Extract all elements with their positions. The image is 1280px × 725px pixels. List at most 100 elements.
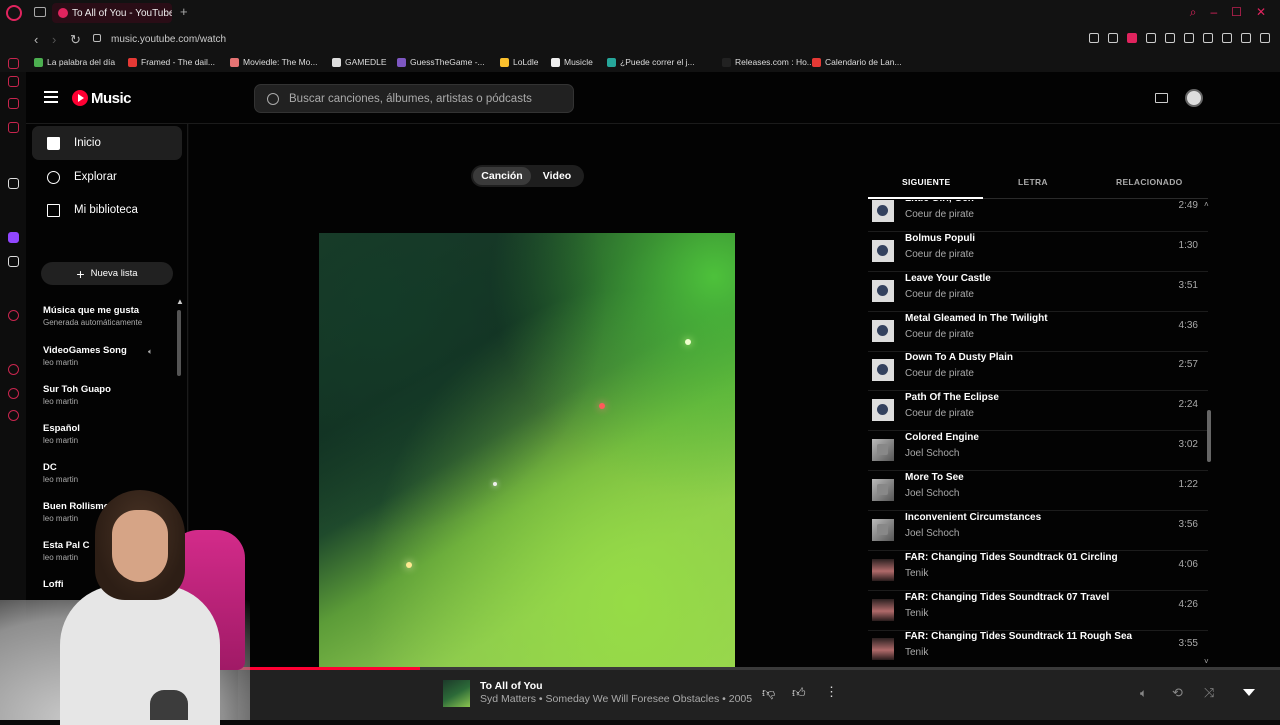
- queue-item-thumbnail[interactable]: [872, 279, 894, 302]
- new-tab-button[interactable]: +: [180, 4, 188, 19]
- cast-icon[interactable]: [1155, 93, 1168, 103]
- chevron-down-icon[interactable]: ˅: [1204, 657, 1209, 666]
- url-field[interactable]: music.youtube.com/watch: [111, 34, 226, 45]
- maximize-icon[interactable]: ☐: [1231, 5, 1242, 20]
- bookmark-item[interactable]: GuessTheGame -...: [397, 57, 485, 67]
- queue-item-artist[interactable]: Joel Schoch: [905, 448, 959, 459]
- queue-item-thumbnail[interactable]: [872, 518, 894, 541]
- search-input[interactable]: [289, 92, 559, 105]
- now-playing-subtitle[interactable]: Syd Matters • Someday We Will Foresee Ob…: [480, 693, 752, 705]
- queue-item[interactable]: Leave Your Castle Coeur de pirate 3:51: [868, 272, 1208, 312]
- bookmark-item[interactable]: ¿Puede correr el j...: [607, 57, 695, 67]
- queue-item-thumbnail[interactable]: [872, 359, 894, 382]
- tab-overview-icon[interactable]: [34, 7, 46, 17]
- sidebar-x-icon[interactable]: [8, 256, 19, 267]
- queue-item[interactable]: Bolmus Populi Coeur de pirate 1:30: [868, 232, 1208, 272]
- sidebar-twitch-icon[interactable]: [8, 232, 19, 243]
- now-playing-thumbnail[interactable]: [443, 680, 470, 707]
- new-playlist-button[interactable]: + Nueva lista: [41, 262, 173, 285]
- queue-item-artist[interactable]: Coeur de pirate: [905, 368, 974, 379]
- snapshot-icon[interactable]: [1108, 33, 1118, 43]
- avatar[interactable]: [1185, 89, 1203, 107]
- queue-item[interactable]: More To See Joel Schoch 1:22: [868, 471, 1208, 511]
- queue-item-thumbnail[interactable]: [872, 439, 894, 462]
- opera-logo-icon[interactable]: [6, 5, 22, 21]
- queue-item-artist[interactable]: Coeur de pirate: [905, 249, 974, 260]
- sidebar-history-icon[interactable]: [8, 310, 19, 321]
- queue-item[interactable]: Down To A Dusty Plain Coeur de pirate 2:57: [868, 351, 1208, 392]
- volume-icon[interactable]: 🔈︎: [1140, 686, 1147, 701]
- queue-item-thumbnail[interactable]: [872, 399, 894, 422]
- bookmark-item[interactable]: La palabra del día: [34, 57, 115, 67]
- playlist-item[interactable]: VideoGames Song leo martin 🔈︎: [43, 345, 168, 367]
- bookmark-item[interactable]: Musicle: [551, 57, 593, 67]
- queue-item-artist[interactable]: Coeur de pirate: [905, 289, 974, 300]
- playlist-item[interactable]: Sur Toh Guapo leo martin: [43, 384, 168, 406]
- like-icon[interactable]: 👍︎: [792, 685, 806, 701]
- queue-scrollbar[interactable]: [1207, 410, 1211, 462]
- queue-item-artist[interactable]: Tenik: [905, 647, 928, 658]
- sidebar-clock-icon[interactable]: [8, 364, 19, 375]
- queue-item-thumbnail[interactable]: [872, 558, 894, 581]
- queue-item[interactable]: Path Of The Eclipse Coeur de pirate 2:24: [868, 391, 1208, 432]
- playlist-item[interactable]: DC leo martin: [43, 462, 168, 484]
- back-icon[interactable]: ‹: [34, 32, 38, 47]
- hamburger-menu-icon[interactable]: [44, 91, 58, 103]
- queue-item[interactable]: FAR: Changing Tides Soundtrack 01 Circli…: [868, 551, 1208, 591]
- queue-item-artist[interactable]: Joel Schoch: [905, 488, 959, 499]
- queue-item-thumbnail[interactable]: [872, 478, 894, 501]
- dislike-icon[interactable]: 👎︎: [762, 685, 775, 701]
- queue-item-thumbnail[interactable]: [872, 239, 894, 262]
- queue-item[interactable]: FAR: Changing Tides Soundtrack 11 Rough …: [868, 630, 1208, 667]
- sidebar-messenger-icon[interactable]: [8, 76, 19, 87]
- sidebar-chat-icon[interactable]: [8, 388, 19, 399]
- scroll-up-icon[interactable]: ▲: [176, 297, 184, 306]
- heart-icon[interactable]: [1165, 33, 1175, 43]
- queue-item-artist[interactable]: Tenik: [905, 608, 928, 619]
- nav-item-home[interactable]: Inicio: [32, 126, 182, 160]
- queue-item-artist[interactable]: Coeur de pirate: [905, 329, 974, 340]
- menu-icon[interactable]: [1260, 33, 1270, 43]
- toggle-song-button[interactable]: Canción: [473, 167, 531, 185]
- queue-item-thumbnail[interactable]: [872, 319, 894, 342]
- browser-tab-active[interactable]: To All of You - YouTube: [52, 3, 172, 23]
- playlist-scrollbar[interactable]: [177, 310, 181, 376]
- shuffle-icon[interactable]: ⤨: [1204, 685, 1214, 701]
- account-icon[interactable]: [1222, 33, 1232, 43]
- queue-item[interactable]: Little Girl, Gen Coeur de pirate 2:49: [868, 200, 1208, 232]
- queue-item-thumbnail[interactable]: [872, 638, 894, 661]
- minimize-icon[interactable]: –: [1210, 5, 1217, 20]
- repeat-icon[interactable]: ⟲: [1172, 685, 1183, 701]
- bookmark-icon[interactable]: [1089, 33, 1099, 43]
- bookmark-item[interactable]: LoLdle: [500, 57, 539, 67]
- sidebar-settings-icon[interactable]: [8, 410, 19, 421]
- tab-lyrics[interactable]: LETRA: [1018, 177, 1048, 187]
- queue-item-artist[interactable]: Coeur de pirate: [905, 408, 974, 419]
- now-playing-title[interactable]: To All of You: [480, 680, 543, 692]
- queue-item[interactable]: Colored Engine Joel Schoch 3:02: [868, 431, 1208, 472]
- bookmark-item[interactable]: Releases.com : Ho...: [722, 57, 814, 67]
- search-box[interactable]: [254, 84, 574, 113]
- bookmark-item[interactable]: GAMEDLE: [332, 57, 387, 67]
- sidebar-whatsapp-icon[interactable]: [8, 98, 19, 109]
- bookmark-item[interactable]: Framed - The dail...: [128, 57, 215, 67]
- queue-item-thumbnail[interactable]: [872, 200, 894, 222]
- pocket-icon[interactable]: [1127, 33, 1137, 43]
- bookmark-item[interactable]: Moviedle: The Mo...: [230, 57, 318, 67]
- queue-item[interactable]: FAR: Changing Tides Soundtrack 07 Travel…: [868, 591, 1208, 631]
- sidebar-speed-dial-icon[interactable]: [8, 58, 19, 69]
- reload-icon[interactable]: ↻: [70, 32, 81, 48]
- youtube-music-logo-icon[interactable]: [72, 90, 88, 106]
- tab-related[interactable]: RELACIONADO: [1116, 177, 1183, 187]
- more-options-icon[interactable]: ⋮: [825, 684, 838, 700]
- toggle-video-button[interactable]: Video: [533, 167, 581, 185]
- nav-item-library[interactable]: Mi biblioteca: [32, 193, 182, 227]
- tab-next[interactable]: SIGUIENTE: [902, 177, 951, 187]
- playlist-item[interactable]: Español leo martin: [43, 423, 168, 445]
- search-tabs-icon[interactable]: ⌕: [1190, 5, 1197, 20]
- extension-icon[interactable]: [1203, 33, 1213, 43]
- queue-item[interactable]: Inconvenient Circumstances Joel Schoch 3:5…: [868, 511, 1208, 551]
- queue-item-artist[interactable]: Coeur de pirate: [905, 209, 974, 220]
- queue-item[interactable]: Metal Gleamed In The Twilight Coeur de pi…: [868, 312, 1208, 352]
- app-logo-text[interactable]: Music: [91, 90, 132, 107]
